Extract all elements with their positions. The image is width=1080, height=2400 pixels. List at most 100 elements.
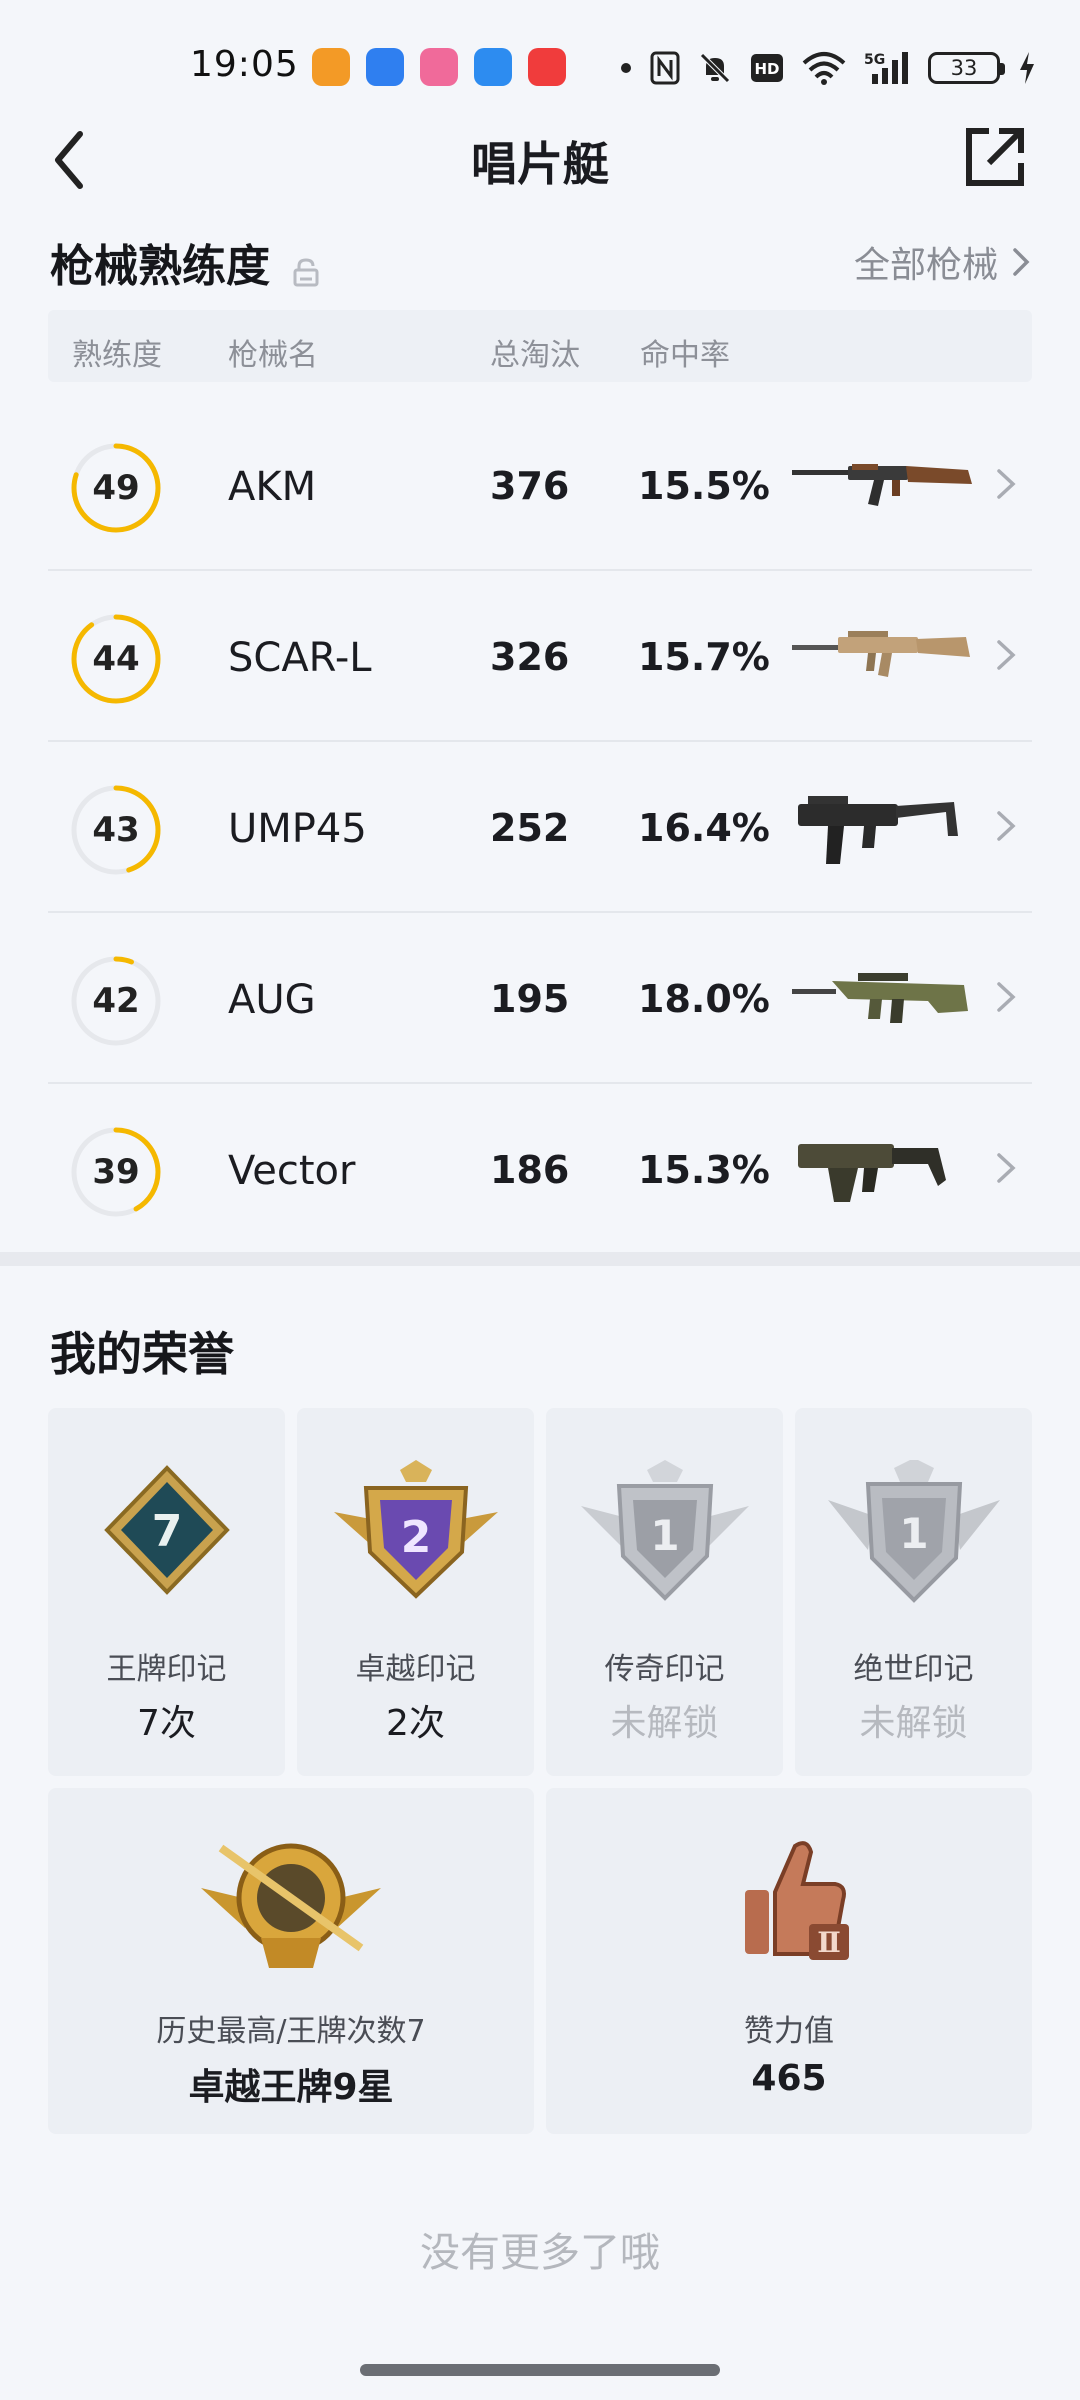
column-proficiency: 熟练度 — [72, 338, 162, 373]
nav-bar: 唱片艇 — [0, 110, 1080, 210]
honor-card-ace[interactable]: 7 王牌印记 7次 — [48, 1408, 285, 1776]
no-more-text: 没有更多了哦 — [420, 2230, 660, 2276]
weapon-row[interactable]: 43 UMP45 252 16.4% — [48, 742, 1032, 913]
weapon-accuracy: 16.4% — [638, 806, 770, 850]
honor-value: 7次 — [137, 1703, 196, 1744]
proficiency-level: 43 — [92, 810, 140, 850]
honor-value: 2次 — [386, 1703, 445, 1744]
notification-app-icon — [528, 48, 566, 86]
weapon-name: Vector — [228, 1148, 356, 1194]
peerless-mark-badge-icon: 1 — [827, 1460, 1000, 1603]
weapon-table-header: 熟练度 枪械名 总淘汰 命中率 — [48, 310, 1032, 382]
all-weapons-link[interactable]: 全部枪械 — [854, 236, 1030, 288]
weapon-accuracy: 18.0% — [638, 977, 770, 1021]
weapon-row[interactable]: 42 AUG 195 18.0% — [48, 913, 1032, 1084]
notification-icons — [312, 48, 566, 86]
proficiency-level: 49 — [92, 468, 140, 508]
weapon-list: 49 AKM 376 15.5% 44 SCAR-L 326 15.7% 43 — [48, 400, 1032, 1255]
honor-label: 赞力值 — [744, 2014, 834, 2049]
weapon-kills: 252 — [490, 806, 570, 850]
notification-app-icon — [420, 48, 458, 86]
honor-value: 未解锁 — [610, 1703, 719, 1744]
honor-label: 传奇印记 — [604, 1652, 725, 1687]
honor-card-peerless[interactable]: 1 绝世印记 未解锁 — [795, 1408, 1032, 1776]
section-divider — [0, 1252, 1080, 1266]
proficiency-ring: 43 — [68, 782, 164, 878]
excellence-mark-badge-icon: 2 — [333, 1460, 498, 1599]
svg-text:HD: HD — [754, 60, 779, 78]
proficiency-level: 44 — [92, 639, 140, 679]
honor-card-legend[interactable]: 1 传奇印记 未解锁 — [546, 1408, 783, 1776]
proficiency-ring: 42 — [68, 953, 164, 1049]
notification-app-icon — [312, 48, 350, 86]
hd-icon: HD — [750, 53, 784, 83]
weapon-kills: 326 — [490, 635, 570, 679]
network-label: 5G — [864, 52, 885, 68]
column-total-kills: 总淘汰 — [490, 338, 580, 373]
chevron-right-icon — [997, 811, 1016, 841]
legend-badge-number: 1 — [650, 1511, 679, 1560]
battery-indicator: 33 — [928, 52, 1005, 84]
home-indicator[interactable] — [360, 2364, 720, 2376]
honor-label: 绝世印记 — [853, 1652, 974, 1687]
all-weapons-label: 全部枪械 — [853, 245, 998, 286]
weapon-section-title-text: 枪械熟练度 — [50, 241, 270, 292]
chevron-right-icon — [997, 982, 1016, 1012]
ump45-smg-image — [798, 796, 958, 864]
weapon-row[interactable]: 39 Vector 186 15.3% — [48, 1084, 1032, 1255]
honor-label: 王牌印记 — [106, 1652, 227, 1687]
signal-5g-icon: 5G — [864, 50, 910, 86]
weapon-row[interactable]: 49 AKM 376 15.5% — [48, 400, 1032, 571]
ace-badge-number: 7 — [151, 1506, 182, 1557]
rank-sniper-badge-icon — [201, 1843, 381, 1968]
legend-mark-badge-icon: 1 — [580, 1460, 749, 1601]
proficiency-level: 42 — [92, 981, 140, 1021]
honor-label: 历史最高/王牌次数7 — [156, 2014, 426, 2049]
honor-label: 卓越印记 — [355, 1652, 476, 1687]
chevron-right-icon — [1013, 248, 1030, 276]
weapon-name: AUG — [228, 977, 316, 1023]
weapon-accuracy: 15.5% — [638, 464, 770, 508]
proficiency-ring: 49 — [68, 440, 164, 536]
thumbs-up-badge-icon: Ⅱ — [745, 1841, 849, 1960]
honor-value: 未解锁 — [859, 1703, 968, 1744]
weapon-name: AKM — [228, 464, 317, 510]
weapon-name: UMP45 — [228, 806, 367, 852]
column-accuracy: 命中率 — [640, 338, 730, 373]
proficiency-level: 39 — [92, 1152, 140, 1192]
dot-icon — [620, 62, 632, 74]
proficiency-ring: 39 — [68, 1124, 164, 1220]
page-title: 唱片艇 — [471, 137, 609, 191]
honor-card-excellence[interactable]: 2 卓越印记 2次 — [297, 1408, 534, 1776]
weapon-accuracy: 15.3% — [638, 1148, 770, 1192]
status-time: 19:05 — [190, 44, 299, 85]
nfc-icon — [650, 51, 680, 85]
akm-rifle-image — [792, 464, 972, 506]
honor-grid: 7 王牌印记 7次 2 卓越印记 2次 1 传奇印记 未解锁 1 绝世印记 未解… — [48, 1408, 1032, 2134]
weapon-accuracy: 15.7% — [638, 635, 770, 679]
peerless-badge-number: 1 — [899, 1509, 928, 1558]
chevron-right-icon — [997, 640, 1016, 670]
lock-icon[interactable] — [292, 247, 320, 287]
weapon-section-title: 枪械熟练度 — [50, 230, 320, 294]
honor-value: 卓越王牌9星 — [188, 2067, 394, 2108]
honor-card-likes[interactable]: Ⅱ 赞力值 465 — [546, 1788, 1032, 2134]
weapon-row[interactable]: 44 SCAR-L 326 15.7% — [48, 571, 1032, 742]
weapon-kills: 195 — [490, 977, 570, 1021]
aug-rifle-image — [792, 973, 968, 1023]
weapon-kills: 376 — [490, 464, 570, 508]
proficiency-ring: 44 — [68, 611, 164, 707]
honor-card-highest-rank[interactable]: 历史最高/王牌次数7 卓越王牌9星 — [48, 1788, 534, 2134]
share-button[interactable] — [960, 122, 1030, 192]
weapon-kills: 186 — [490, 1148, 570, 1192]
share-icon — [966, 128, 1024, 186]
excellence-badge-number: 2 — [400, 1512, 431, 1563]
notification-app-icon — [474, 48, 512, 86]
svg-text:Ⅱ: Ⅱ — [817, 1926, 841, 1959]
weapon-name: SCAR-L — [228, 635, 372, 681]
mute-bell-icon — [698, 51, 732, 85]
notification-app-icon — [366, 48, 404, 86]
scar-l-rifle-image — [792, 631, 970, 677]
honor-value: 465 — [751, 2058, 827, 2099]
honor-section-title: 我的荣誉 — [50, 1327, 234, 1381]
